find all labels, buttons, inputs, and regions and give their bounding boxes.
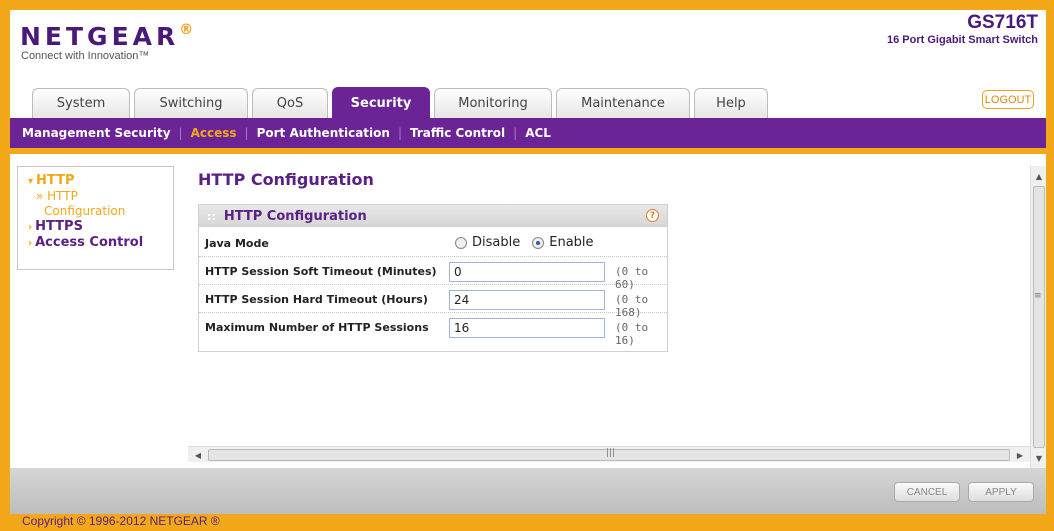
tab-switching[interactable]: Switching — [134, 88, 248, 118]
scroll-grip-icon: ≡ — [1034, 291, 1042, 301]
subnav-traffic-control[interactable]: Traffic Control — [410, 126, 505, 140]
http-configuration-panel: :: HTTP Configuration ? Java Mode Disabl… — [198, 204, 668, 352]
leftmenu-item-access-control[interactable]: › Access Control — [28, 235, 173, 251]
app-frame: NETGEAR® Connect with Innovation™ GS716T… — [10, 10, 1046, 514]
page-title: HTTP Configuration — [198, 170, 374, 189]
scroll-up-arrow-icon[interactable]: ▲ — [1031, 168, 1046, 184]
leftmenu-item-http-configuration[interactable]: » HTTP Configuration — [28, 189, 173, 219]
java-mode-radio-group: Disable Enable — [455, 235, 606, 250]
tagline: Connect with Innovation™ — [21, 50, 150, 62]
hard-timeout-row: HTTP Session Hard Timeout (Hours) 24 (0 … — [199, 287, 667, 319]
footer-bar: CANCEL APPLY — [10, 468, 1046, 514]
hard-timeout-label: HTTP Session Hard Timeout (Hours) — [205, 293, 428, 306]
subnav-management-security[interactable]: Management Security — [22, 126, 171, 140]
leftmenu-item-http[interactable]: ▾ HTTP — [28, 173, 173, 189]
subnav-separator: | — [397, 126, 402, 140]
tab-maintenance[interactable]: Maintenance — [556, 88, 690, 118]
left-menu: ▾ HTTP » HTTP Configuration › HTTPS › Acces… — [17, 166, 174, 270]
java-mode-row: Java Mode Disable Enable — [199, 231, 667, 257]
soft-timeout-input[interactable]: 0 — [449, 262, 605, 282]
panel-title: HTTP Configuration — [223, 208, 367, 224]
subnav-separator: | — [244, 126, 249, 140]
java-mode-disable-radio[interactable] — [455, 236, 467, 249]
chevron-right-icon: › — [28, 222, 33, 233]
max-sessions-row: Maximum Number of HTTP Sessions 16 (0 to… — [199, 315, 667, 347]
java-mode-enable-label: Enable — [549, 235, 594, 250]
java-mode-disable-label: Disable — [472, 235, 521, 250]
soft-timeout-label: HTTP Session Soft Timeout (Minutes) — [205, 265, 437, 278]
grip-icon: :: — [207, 209, 216, 223]
max-sessions-label: Maximum Number of HTTP Sessions — [205, 321, 429, 334]
subnav-separator: | — [178, 126, 183, 140]
sub-navigation: Management Security | Access | Port Auth… — [10, 118, 1046, 148]
cancel-button[interactable]: CANCEL — [894, 482, 960, 502]
hard-timeout-input[interactable]: 24 — [449, 290, 605, 310]
vertical-scrollbar[interactable]: ▲ ≡ ▼ — [1030, 166, 1046, 468]
tab-security[interactable]: Security — [332, 87, 430, 118]
tab-system[interactable]: System — [32, 88, 130, 118]
help-icon[interactable]: ? — [646, 209, 659, 222]
max-sessions-input[interactable]: 16 — [449, 318, 605, 338]
model-name: GS716T — [967, 12, 1038, 33]
tab-monitoring[interactable]: Monitoring — [434, 88, 552, 118]
divider — [10, 148, 1046, 154]
copyright: Copyright © 1996-2012 NETGEAR ® — [22, 514, 220, 528]
subnav-acl[interactable]: ACL — [525, 126, 551, 140]
java-mode-enable-radio[interactable] — [532, 236, 545, 249]
netgear-logo: NETGEAR® — [20, 22, 194, 51]
tab-help[interactable]: Help — [694, 88, 768, 118]
soft-timeout-row: HTTP Session Soft Timeout (Minutes) 0 (0… — [199, 259, 667, 291]
subnav-access[interactable]: Access — [191, 126, 237, 140]
chevron-right-icon: › — [28, 238, 33, 249]
max-sessions-range: (0 to 16) — [615, 321, 649, 347]
apply-button[interactable]: APPLY — [968, 482, 1034, 502]
scroll-right-arrow-icon[interactable]: ▶ — [1012, 447, 1028, 463]
header: NETGEAR® Connect with Innovation™ GS716T… — [10, 10, 1046, 118]
panel-header: :: HTTP Configuration ? — [199, 205, 667, 227]
vertical-scroll-thumb[interactable] — [1033, 186, 1045, 448]
scroll-left-arrow-icon[interactable]: ◀ — [190, 447, 206, 463]
horizontal-scrollbar[interactable]: ◀ ||| ▶ — [188, 446, 1030, 462]
tab-qos[interactable]: QoS — [252, 88, 328, 118]
subnav-port-authentication[interactable]: Port Authentication — [257, 126, 390, 140]
main-tabs: System Switching QoS Security Monitoring… — [32, 87, 772, 118]
scroll-down-arrow-icon[interactable]: ▼ — [1031, 450, 1046, 466]
model-subtitle: 16 Port Gigabit Smart Switch — [887, 34, 1038, 46]
leftmenu-item-https[interactable]: › HTTPS — [28, 219, 173, 235]
java-mode-label: Java Mode — [205, 237, 269, 250]
chevron-down-icon: ▾ — [28, 176, 34, 187]
subnav-separator: | — [513, 126, 518, 140]
scroll-grip-icon: ||| — [606, 448, 616, 458]
logout-button[interactable]: LOGOUT — [982, 90, 1034, 109]
